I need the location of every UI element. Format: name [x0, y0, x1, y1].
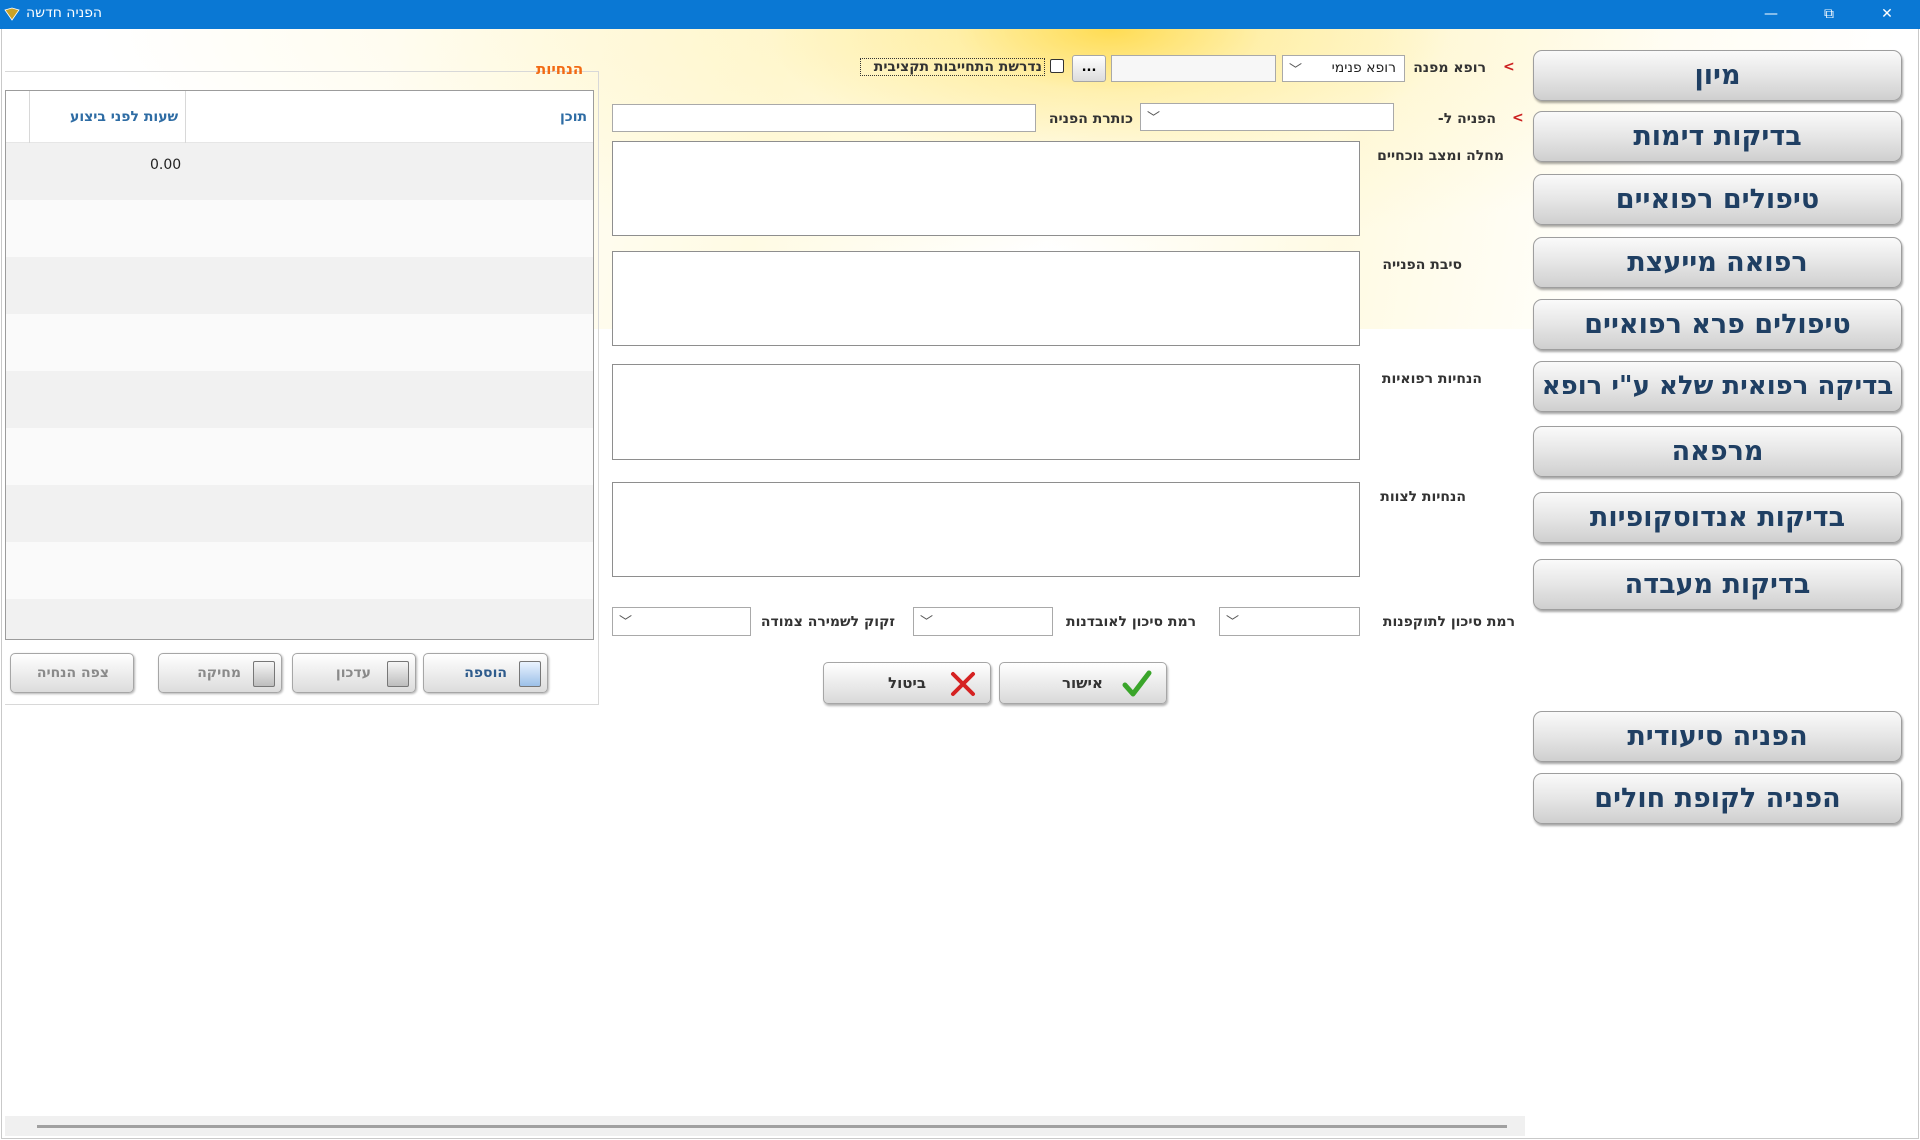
referring-doctor-select[interactable]: רופא פנימי ﹀	[1282, 55, 1405, 82]
horizontal-scrollbar[interactable]	[5, 1116, 1525, 1136]
nav-button-lab-tests[interactable]: בדיקות מעבדה	[1533, 559, 1902, 610]
ok-button[interactable]: אישור	[999, 662, 1167, 704]
nav-button-medical-treatments[interactable]: טיפולים רפואיים	[1533, 174, 1902, 225]
delete-icon	[253, 661, 275, 687]
nav-button-imaging[interactable]: בדיקות דימות	[1533, 111, 1902, 162]
close-watch-label: זקוק לשמירה צמודה	[760, 614, 895, 630]
close-watch-select[interactable]: ﹀	[612, 607, 751, 636]
cross-icon	[951, 672, 975, 696]
app-icon	[4, 7, 20, 21]
nav-button-clinic[interactable]: מרפאה	[1533, 426, 1902, 477]
view-label: צפה הנחיה	[36, 665, 109, 681]
medical-instructions-textarea[interactable]	[612, 364, 1360, 460]
table-row[interactable]	[6, 542, 593, 599]
notes-grid[interactable]: תוכן שעות לפני ביצוע 0.00	[5, 90, 594, 640]
nav-button-hmo-referral[interactable]: הפניה לקופת חולים	[1533, 773, 1902, 824]
staff-instructions-label: הנחיות לצוות	[1380, 489, 1466, 505]
violence-risk-select[interactable]: ﹀	[1219, 607, 1360, 636]
staff-instructions-textarea[interactable]	[612, 482, 1360, 577]
illness-label: מחלה ומצב נוכחיים	[1377, 148, 1504, 164]
add-label: הוספה	[464, 665, 507, 681]
update-note-button[interactable]: עדכון	[292, 653, 416, 693]
grid-divider	[29, 91, 30, 143]
required-marker: <	[1503, 59, 1515, 75]
reason-textarea[interactable]	[612, 251, 1360, 346]
delete-note-button[interactable]: מחיקה	[158, 653, 282, 693]
grid-divider	[185, 91, 186, 143]
table-row[interactable]	[6, 485, 593, 542]
chevron-down-icon: ﹀	[1289, 63, 1303, 78]
ok-label: אישור	[1062, 674, 1103, 692]
illness-textarea[interactable]	[612, 141, 1360, 236]
delete-label: מחיקה	[197, 665, 241, 681]
table-row[interactable]	[6, 599, 593, 639]
title-bar: הפניה חדשה — ⧉ ✕	[0, 0, 1920, 29]
add-note-button[interactable]: הוספה	[423, 653, 548, 693]
budget-checkbox-label[interactable]: נדרשת התחייבות תקציבית	[860, 58, 1045, 76]
view-note-button[interactable]: צפה הנחיה	[10, 653, 134, 693]
checkmark-icon	[1122, 670, 1152, 697]
close-button[interactable]: ✕	[1858, 0, 1916, 29]
referring-doctor-value: רופא פנימי	[1331, 60, 1396, 76]
browse-button[interactable]: ...	[1072, 55, 1106, 82]
suicide-risk-label: רמת סיכון לאובדנות	[1066, 614, 1196, 630]
nav-button-consulting-medicine[interactable]: רפואה מייעצת	[1533, 237, 1902, 288]
doctor-name-field[interactable]	[1111, 55, 1276, 82]
add-icon	[519, 661, 541, 687]
edit-icon	[387, 661, 409, 687]
nav-button-non-doctor-exam[interactable]: בדיקה רפואית שלא ע"י רופא	[1533, 361, 1902, 412]
referral-title-input[interactable]	[612, 104, 1036, 132]
chevron-down-icon: ﹀	[619, 615, 633, 630]
referral-to-label: הפניה ל-	[1437, 111, 1496, 127]
medical-instructions-label: הנחיות רפואיות	[1381, 371, 1482, 387]
hours-cell: 0.00	[150, 157, 182, 173]
reason-label: סיבת הפנייה	[1382, 257, 1462, 273]
cancel-button[interactable]: ביטול	[823, 662, 991, 704]
table-row[interactable]	[6, 371, 593, 428]
referring-doctor-label: רופא מפנה	[1413, 60, 1486, 76]
required-marker: <	[1512, 110, 1524, 126]
table-row[interactable]	[6, 314, 593, 371]
update-label: עדכון	[335, 665, 371, 681]
budget-checkbox[interactable]	[1050, 59, 1064, 73]
window-title: הפניה חדשה	[26, 5, 103, 21]
table-row[interactable]	[6, 257, 593, 314]
cancel-label: ביטול	[888, 674, 926, 692]
nav-button-triage[interactable]: מיון	[1533, 50, 1902, 101]
chevron-down-icon: ﹀	[1226, 615, 1240, 630]
column-header-content[interactable]: תוכן	[560, 109, 587, 125]
nav-button-paramedical-treatments[interactable]: טיפולים פרא רפואיים	[1533, 299, 1902, 350]
notes-title: הנחיות	[536, 60, 584, 78]
table-row[interactable]	[6, 200, 593, 257]
table-row[interactable]	[6, 428, 593, 485]
chevron-down-icon: ﹀	[920, 615, 934, 630]
scrollbar-thumb[interactable]	[37, 1125, 1507, 1128]
chevron-down-icon: ﹀	[1147, 111, 1161, 126]
nav-button-nursing-referral[interactable]: הפניה סיעודית	[1533, 711, 1902, 762]
suicide-risk-select[interactable]: ﹀	[913, 607, 1053, 636]
table-row[interactable]: 0.00	[6, 143, 593, 200]
nav-button-endoscopy[interactable]: בדיקות אנדוסקופיות	[1533, 492, 1902, 543]
referral-title-label: כותרת הפניה	[1048, 111, 1133, 127]
minimize-button[interactable]: —	[1742, 0, 1800, 29]
referral-to-select[interactable]: ﹀	[1140, 103, 1394, 131]
violence-risk-label: רמת סיכון לתוקפנות	[1382, 614, 1515, 630]
restore-button[interactable]: ⧉	[1800, 0, 1858, 29]
column-header-hours[interactable]: שעות לפני ביצוע	[70, 109, 178, 125]
